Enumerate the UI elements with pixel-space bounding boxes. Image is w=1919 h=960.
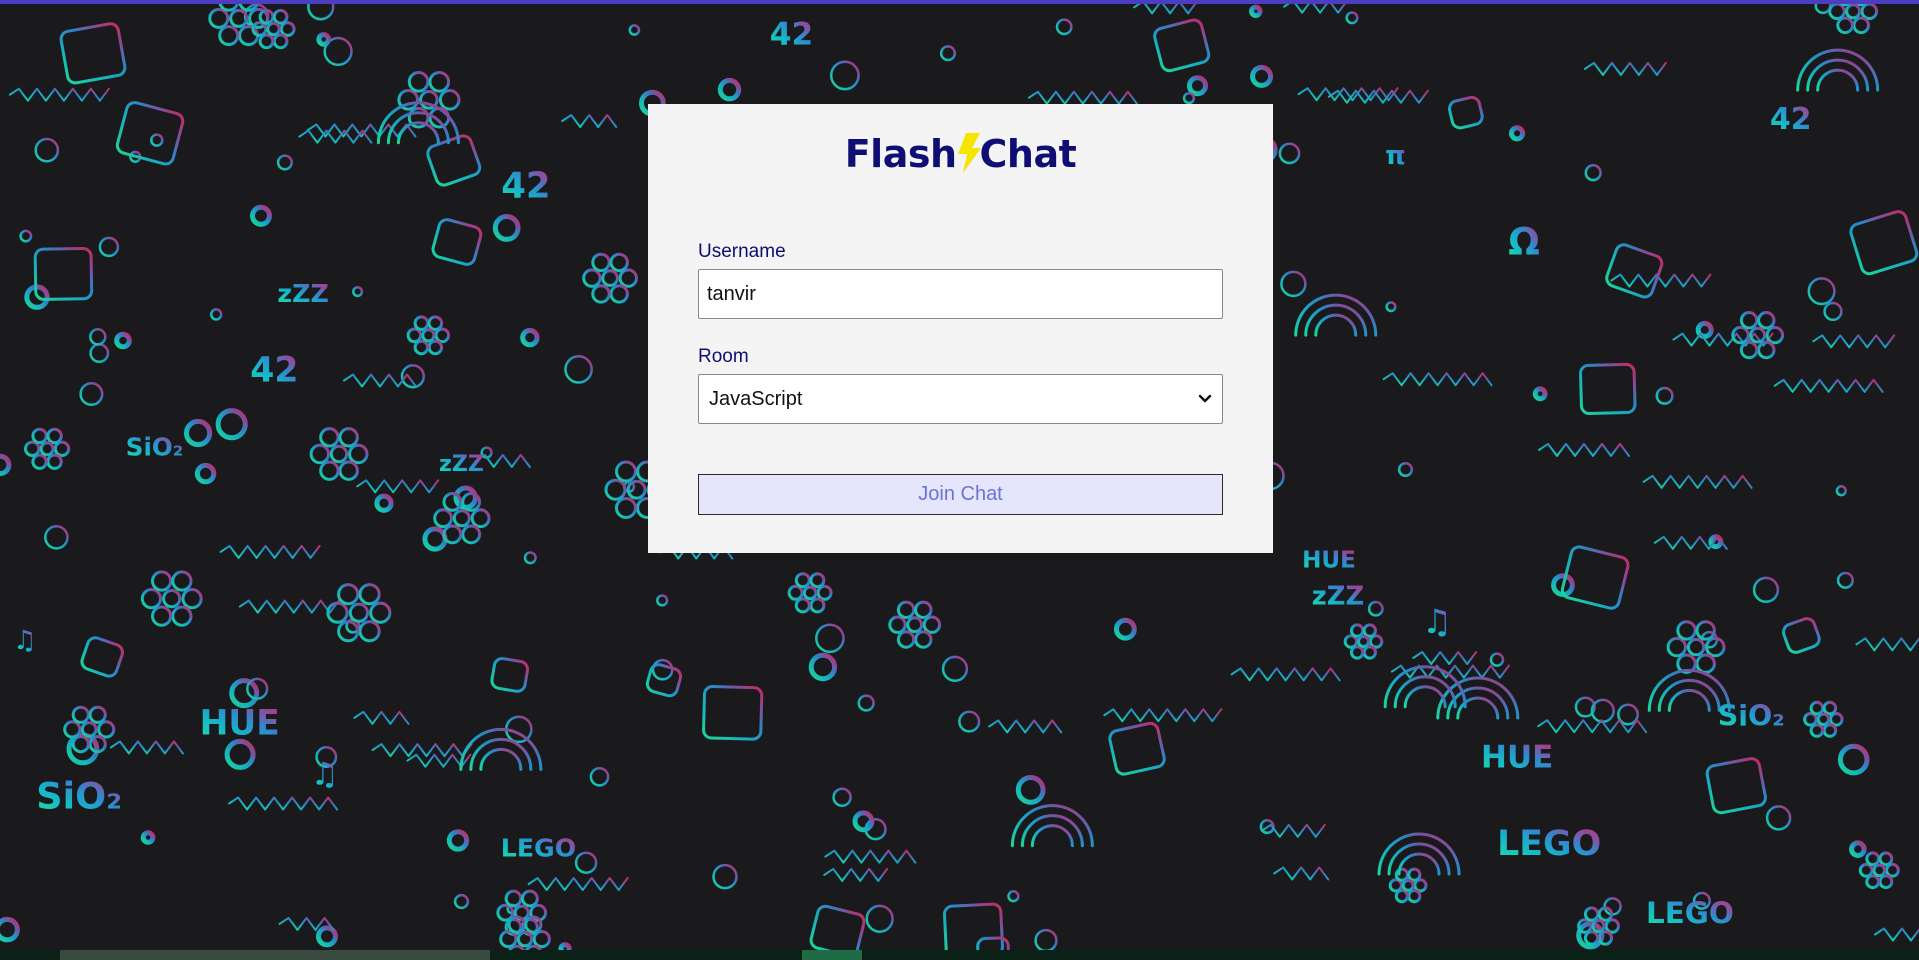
doodle-word: HUE — [1481, 740, 1553, 776]
taskbar — [0, 950, 1919, 960]
doodle-word: 42 — [1770, 102, 1811, 137]
app-logo: Flash Chat — [648, 130, 1273, 178]
doodle-word: SiO₂ — [126, 433, 184, 462]
doodle-word: ♫ — [13, 625, 37, 656]
doodle-word: 42 — [770, 17, 814, 53]
join-card: Flash Chat Username Room JavaScript Join … — [648, 104, 1273, 553]
logo-text-chat: Chat — [979, 132, 1077, 176]
logo-text-flash: Flash — [844, 132, 957, 176]
username-label: Username — [698, 241, 786, 262]
taskbar-search[interactable] — [60, 950, 490, 960]
doodle-word: Ω — [1508, 221, 1540, 264]
room-select[interactable]: JavaScript — [698, 374, 1223, 424]
room-label: Room — [698, 346, 749, 367]
doodle-word: zZZ — [277, 279, 328, 308]
chevron-down-icon — [1198, 394, 1212, 403]
doodle-word: 42 — [250, 350, 298, 390]
lightning-bolt-icon — [957, 132, 981, 173]
doodle-word: ♫ — [1422, 602, 1452, 641]
doodle-word: zZZ — [439, 451, 484, 477]
room-select-value: JavaScript — [709, 387, 803, 410]
doodle-word: SiO₂ — [36, 775, 122, 818]
doodle-word: LEGO — [1497, 824, 1601, 864]
doodle-word: LEGO — [1646, 896, 1734, 930]
taskbar-active-app[interactable] — [802, 950, 862, 960]
doodle-word: π — [1385, 141, 1405, 171]
join-chat-button[interactable]: Join Chat — [698, 474, 1223, 515]
doodle-word: ♫ — [311, 757, 339, 793]
username-input[interactable] — [698, 269, 1223, 319]
doodle-word: SiO₂ — [1718, 699, 1785, 732]
doodle-word: 42 — [501, 165, 550, 206]
doodle-word: LEGO — [501, 833, 576, 862]
doodle-word: HUE — [1302, 548, 1356, 574]
doodle-word: zZZ — [1312, 581, 1364, 611]
doodle-word: HUE — [200, 704, 280, 744]
